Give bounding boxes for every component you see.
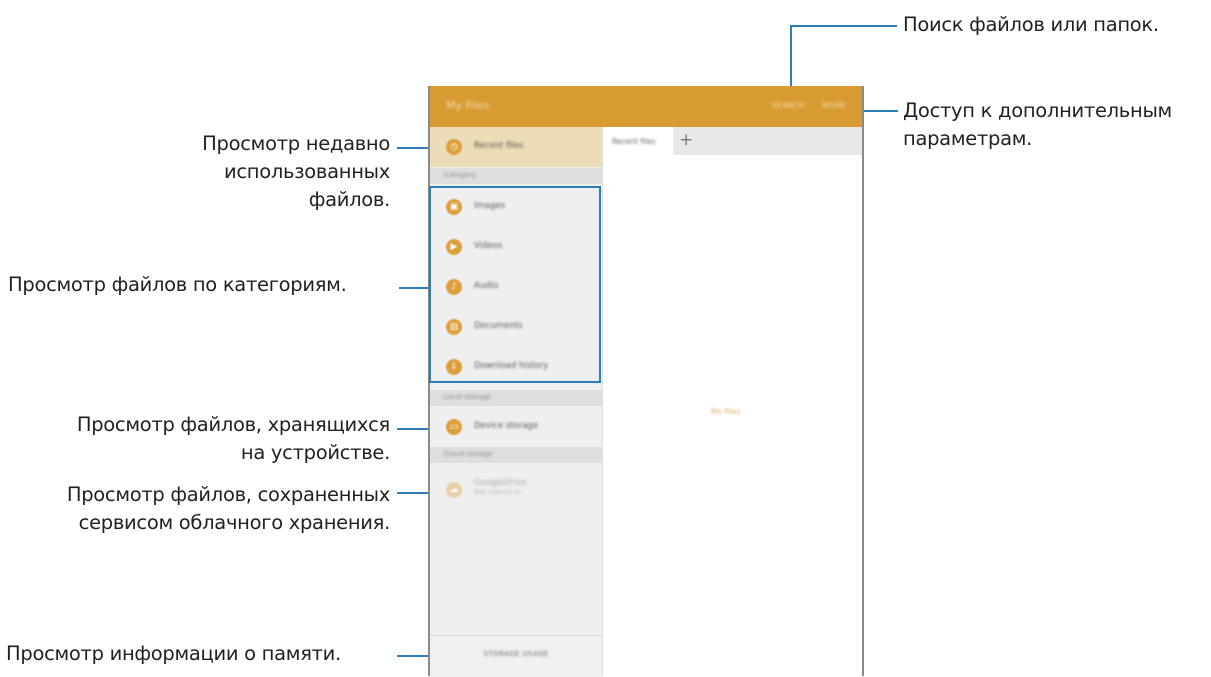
app-bar: My Files SEARCH MORE — [430, 86, 862, 127]
empty-state-text: No files — [711, 407, 741, 416]
local-storage-header: Local storage — [430, 390, 602, 406]
cloud-icon: ☁ — [446, 482, 462, 498]
callout-device-line2: на устройстве. — [240, 441, 390, 464]
category-highlight-box — [429, 186, 601, 383]
callout-cloud-storage: Просмотр файлов, сохраненных сервисом об… — [20, 481, 390, 537]
callout-device-storage: Просмотр файлов, хранящихся на устройств… — [20, 411, 390, 467]
category-header-label: Category — [444, 171, 476, 179]
callout-recent-line1: Просмотр недавно — [202, 132, 390, 155]
callout-recent-files: Просмотр недавно использованных файлов. — [150, 130, 390, 214]
sidebar-item-device-storage[interactable]: ▭ Device storage — [430, 407, 602, 447]
clock-icon: ◷ — [446, 139, 462, 155]
tab-recent-label: Recent files — [612, 137, 656, 146]
callout-category: Просмотр файлов по категориям. — [8, 273, 347, 296]
callout-line-search-h — [790, 25, 897, 27]
cloud-storage-header: Cloud storage — [430, 447, 602, 463]
app-title: My Files — [446, 99, 490, 112]
callout-search: Поиск файлов или папок. — [903, 13, 1159, 36]
callout-recent-line2: использованных файлов. — [223, 160, 390, 211]
sidebar-item-label: Recent files — [474, 141, 524, 151]
callout-device-line1: Просмотр файлов, хранящихся — [76, 413, 390, 436]
device-icon: ▭ — [446, 419, 462, 435]
callout-more: Доступ к дополнительным параметрам. — [903, 97, 1208, 153]
add-tab-button[interactable]: + — [679, 130, 693, 150]
callout-more-line2: параметрам. — [903, 127, 1033, 150]
callout-line-category — [399, 287, 429, 289]
tab-recent-files[interactable]: Recent files — [603, 127, 673, 155]
tab-bar: Recent files + — [603, 127, 862, 155]
cloud-storage-header-label: Cloud storage — [444, 450, 493, 458]
sidebar-item-label: Device storage — [474, 421, 539, 431]
sidebar-item-label: GoogleDrive — [474, 478, 527, 488]
category-header: Category — [430, 168, 602, 184]
callout-cloud-line2: сервисом облачного хранения. — [78, 511, 391, 534]
sidebar-item-cloud[interactable]: ☁ GoogleDrive Not signed in — [430, 470, 602, 510]
storage-usage-button[interactable]: STORAGE USAGE — [430, 635, 602, 677]
search-button[interactable]: SEARCH — [772, 101, 804, 110]
more-button[interactable]: MORE — [822, 101, 846, 110]
callout-cloud-line1: Просмотр файлов, сохраненных — [66, 483, 390, 506]
local-storage-header-label: Local storage — [444, 393, 491, 401]
callout-more-line1: Доступ к дополнительным — [903, 99, 1172, 122]
sidebar-item-recent[interactable]: ◷ Recent files — [430, 127, 602, 167]
storage-usage-label: STORAGE USAGE — [483, 650, 549, 658]
sidebar-item-sublabel: Not signed in — [474, 488, 521, 496]
